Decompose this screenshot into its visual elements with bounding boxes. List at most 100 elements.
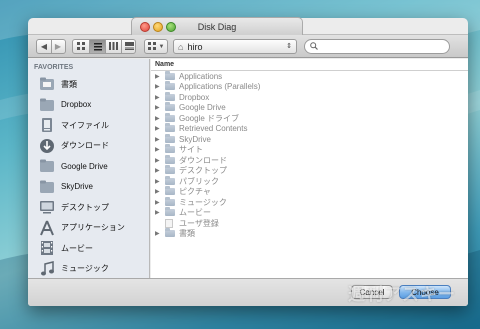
disclosure-triangle-icon[interactable]: ▶ — [155, 94, 165, 101]
location-value: hiro — [187, 41, 203, 52]
list-view-icon[interactable] — [90, 40, 105, 53]
sidebar-item-label: アプリケーション — [61, 223, 125, 233]
music-icon — [39, 260, 55, 277]
file-row[interactable]: ▶ サイト — [151, 144, 468, 156]
disclosure-triangle-icon[interactable]: ▶ — [155, 178, 165, 185]
coverflow-view-icon[interactable] — [122, 41, 137, 52]
sidebar-item-skydrive[interactable]: SkyDrive — [28, 177, 149, 198]
folder-icon — [165, 91, 175, 101]
chevron-right-icon[interactable]: ▶ — [51, 42, 65, 51]
sidebar-item-music[interactable]: ミュージック — [28, 259, 149, 279]
file-row[interactable]: ▶ パブリック — [151, 175, 468, 187]
disclosure-triangle-icon[interactable]: ▶ — [155, 136, 165, 143]
sidebar-item-label: SkyDrive — [61, 182, 94, 192]
file-rows: ▶ Applications ▶ Applications (Parallels) ▶ D… — [151, 70, 468, 240]
folder-icon — [165, 175, 175, 185]
disclosure-triangle-icon[interactable]: ▶ — [155, 209, 165, 216]
folder-icon — [39, 158, 55, 174]
column-header-name[interactable]: Name — [151, 59, 468, 71]
file-row[interactable]: ▶ Google ドライブ — [151, 112, 468, 124]
file-name: ユーザ登録 — [179, 218, 219, 228]
movies-icon — [39, 240, 55, 256]
file-name: ピクチャ — [179, 187, 211, 197]
location-popup[interactable]: ⌂ hiro ⇕ — [173, 39, 297, 54]
all-my-files-icon — [39, 117, 55, 133]
file-row[interactable]: ▶ Applications — [151, 70, 468, 82]
sidebar-item-all-my-files[interactable]: マイファイル — [28, 115, 149, 136]
sidebar-item-movies[interactable]: ムービー — [28, 238, 149, 259]
folder-icon — [165, 165, 175, 175]
file-name: デスクトップ — [179, 166, 227, 176]
file-row[interactable]: ▶ SkyDrive — [151, 133, 468, 145]
chevron-down-icon: ▼ — [158, 43, 165, 50]
column-view-icon[interactable] — [106, 41, 121, 52]
toolbar: ◀ ▶ ▼ ⌂ hiro ⇕ — [28, 34, 468, 58]
open-dialog-window: ◀ ▶ ▼ ⌂ hiro ⇕ FAVORITES 書類 Dropbox マイファ… — [28, 18, 468, 306]
back-forward-control[interactable]: ◀ ▶ — [36, 39, 66, 54]
document-icon — [165, 218, 173, 228]
disclosure-triangle-icon[interactable]: ▶ — [155, 230, 165, 237]
view-mode-control[interactable] — [72, 39, 136, 54]
disclosure-triangle-icon[interactable]: ▶ — [155, 83, 165, 90]
file-name: パブリック — [179, 176, 219, 186]
disclosure-triangle-icon[interactable]: ▶ — [155, 167, 165, 174]
search-field[interactable] — [304, 39, 450, 54]
file-row[interactable]: ▶ Retrieved Contents — [151, 123, 468, 135]
folder-icon — [165, 70, 175, 80]
sidebar-item-documents[interactable]: 書類 — [28, 74, 149, 95]
file-name: Google ドライブ — [179, 113, 240, 123]
file-row[interactable]: ▶ Dropbox — [151, 91, 468, 103]
folder-icon — [165, 102, 175, 112]
file-row[interactable]: ▶ ミュージック — [151, 196, 468, 208]
sidebar-item-applications[interactable]: アプリケーション — [28, 218, 149, 239]
sidebar-item-label: Google Drive — [61, 161, 108, 171]
file-name: Retrieved Contents — [179, 124, 248, 134]
disclosure-triangle-icon[interactable]: ▶ — [155, 125, 165, 132]
file-name: ムービー — [179, 208, 211, 218]
sidebar-item-downloads[interactable]: ダウンロード — [28, 136, 149, 157]
disclosure-triangle-icon[interactable]: ▶ — [155, 73, 165, 80]
folder-icon — [165, 154, 175, 164]
file-name: サイト — [179, 145, 203, 155]
folder-icon — [165, 112, 175, 122]
updown-arrows-icon: ⇕ — [286, 43, 292, 50]
sidebar-item-label: デスクトップ — [61, 202, 109, 212]
folder-icon — [165, 228, 175, 238]
file-row[interactable]: ▶ ムービー — [151, 207, 468, 219]
file-row[interactable]: ユーザ登録 — [151, 218, 468, 229]
title-bar: Disk Diag — [131, 17, 303, 35]
applications-icon — [39, 220, 55, 236]
file-name: Dropbox — [179, 92, 210, 102]
file-row[interactable]: ▶ ピクチャ — [151, 186, 468, 198]
sidebar-header-favorites: FAVORITES — [34, 64, 74, 71]
sidebar-item-label: ムービー — [61, 243, 93, 253]
disclosure-triangle-icon[interactable]: ▶ — [155, 104, 165, 111]
sidebar-item-desktop[interactable]: デスクトップ — [28, 197, 149, 218]
arrange-grid-icon — [147, 41, 156, 52]
arrange-button[interactable]: ▼ — [144, 39, 168, 54]
sidebar-item-google-drive[interactable]: Google Drive — [28, 156, 149, 177]
folder-icon — [165, 123, 175, 133]
sidebar-item-label: マイファイル — [61, 120, 109, 130]
sidebar-item-label: 書類 — [61, 79, 77, 89]
disclosure-triangle-icon[interactable]: ▶ — [155, 188, 165, 195]
sidebar-item-label: Dropbox — [61, 100, 92, 110]
file-name: ダウンロード — [179, 155, 227, 165]
disclosure-triangle-icon[interactable]: ▶ — [155, 146, 165, 153]
folder-icon — [165, 81, 175, 91]
file-row[interactable]: ▶ 書類 — [151, 228, 468, 240]
sidebar: FAVORITES 書類 Dropbox マイファイル ダウンロード Googl… — [28, 59, 150, 278]
file-name: Applications — [179, 71, 223, 81]
file-row[interactable]: ▶ ダウンロード — [151, 154, 468, 166]
file-row[interactable]: ▶ デスクトップ — [151, 165, 468, 177]
file-row[interactable]: ▶ Applications (Parallels) — [151, 81, 468, 93]
chevron-left-icon[interactable]: ◀ — [37, 42, 51, 51]
file-row[interactable]: ▶ Google Drive — [151, 102, 468, 114]
disclosure-triangle-icon[interactable]: ▶ — [155, 199, 165, 206]
icon-view-icon[interactable] — [73, 41, 89, 52]
disclosure-triangle-icon[interactable]: ▶ — [155, 157, 165, 164]
folder-icon — [165, 196, 175, 206]
desktop-icon — [39, 199, 55, 215]
disclosure-triangle-icon[interactable]: ▶ — [155, 115, 165, 122]
sidebar-item-dropbox[interactable]: Dropbox — [28, 95, 149, 116]
